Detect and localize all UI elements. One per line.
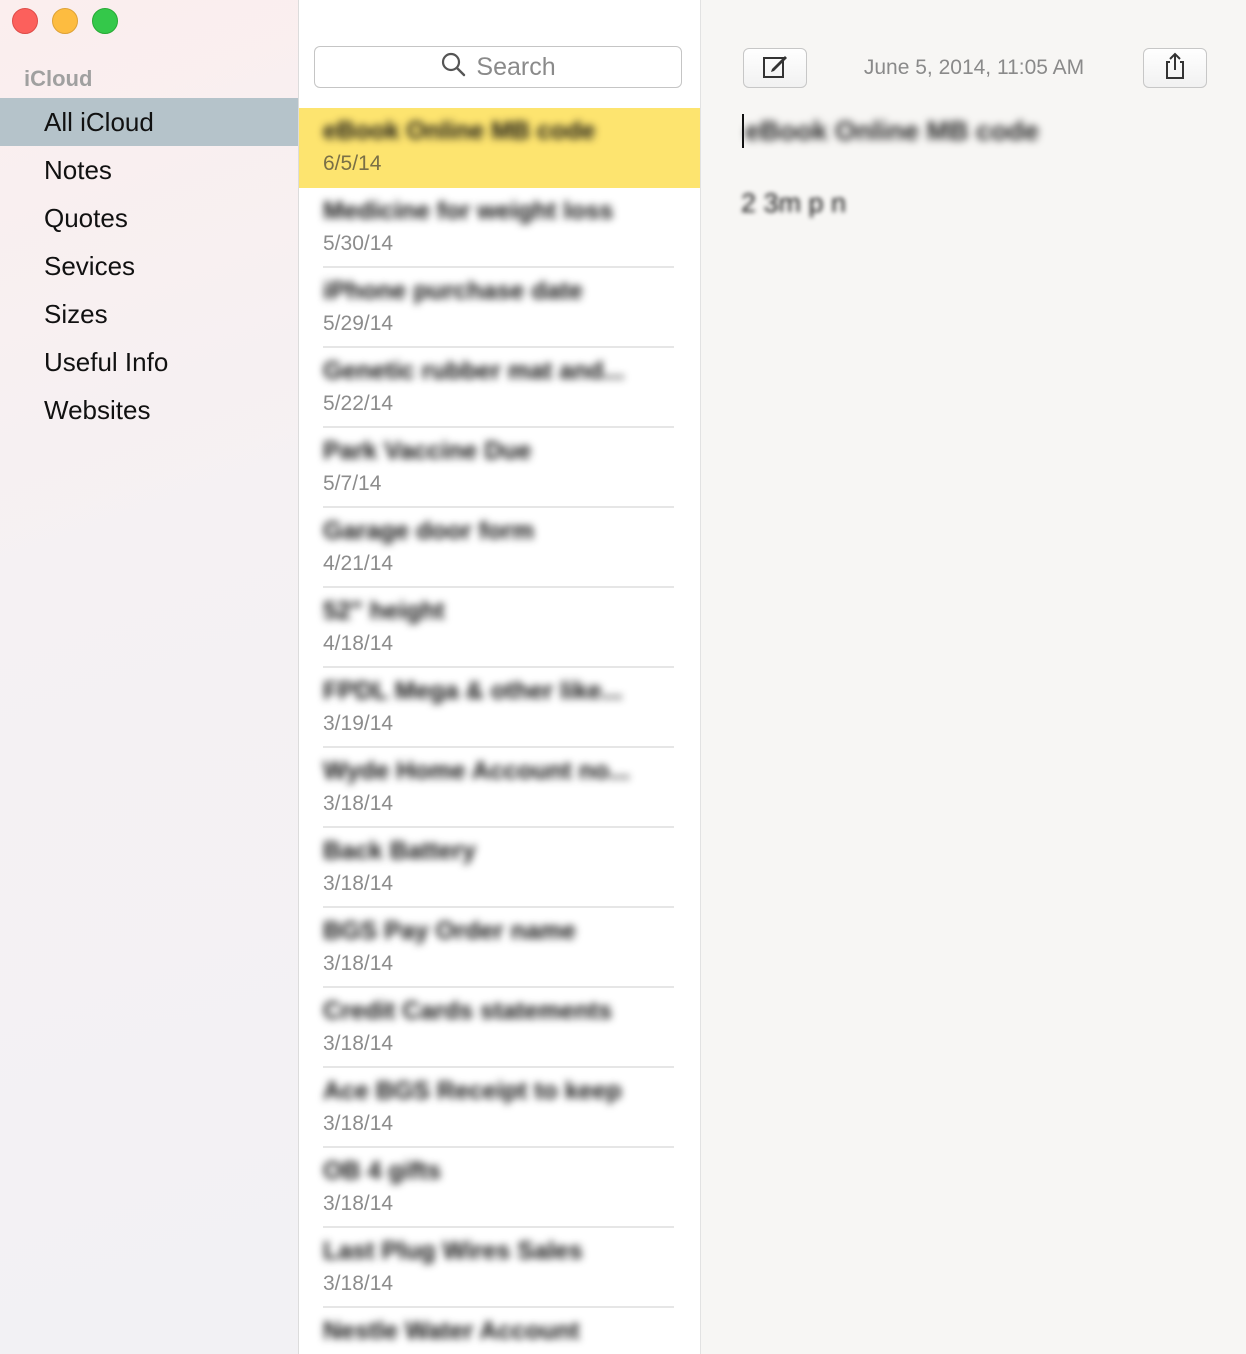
- note-list-item[interactable]: Garage door form 4/21/14: [299, 508, 700, 588]
- note-list-item[interactable]: Last Plug Wires Sales 3/18/14: [299, 1228, 700, 1308]
- account-header: iCloud: [24, 66, 93, 91]
- sidebar-folder-item[interactable]: Sizes: [0, 290, 298, 338]
- note-title: OB 4 gifts: [323, 1157, 442, 1185]
- note-title: Park Vaccine Due: [323, 437, 532, 465]
- note-title: 52" height: [323, 597, 445, 625]
- note-title: Ace BGS Receipt to keep: [323, 1077, 622, 1105]
- note-list-item[interactable]: Ace BGS Receipt to keep 3/18/14: [299, 1068, 700, 1148]
- note-timestamp: June 5, 2014, 11:05 AM: [863, 56, 1085, 79]
- minimize-window-button[interactable]: [52, 8, 78, 34]
- note-title: BGS Pay Order name: [323, 917, 576, 945]
- sidebar-folder-item[interactable]: Websites: [0, 386, 298, 434]
- note-list-item[interactable]: FPDL Mega & other like... 3/19/14: [299, 668, 700, 748]
- note-date: 3/18/14: [323, 792, 394, 815]
- sidebar-folder-item[interactable]: All iCloud: [0, 98, 298, 146]
- note-title: iPhone purchase date: [323, 277, 583, 305]
- note-list-pane: Search eBook Online MB code 6/5/14 Medicin…: [299, 0, 701, 1354]
- note-list-item[interactable]: Medicine for weight loss 5/30/14: [299, 188, 700, 268]
- share-button[interactable]: [1143, 48, 1207, 88]
- note-list-item[interactable]: Genetic rubber mat and... 5/22/14: [299, 348, 700, 428]
- note-date: 5/30/14: [323, 232, 394, 255]
- note-list-item[interactable]: Nestle Water Account: [299, 1308, 700, 1354]
- note-list-item[interactable]: 52" height 4/18/14: [299, 588, 700, 668]
- note-title: Garage door form: [323, 517, 535, 545]
- maximize-window-button[interactable]: [92, 8, 118, 34]
- note-date: 4/18/14: [323, 632, 394, 655]
- note-date: 5/22/14: [323, 392, 394, 415]
- compose-icon: [760, 51, 790, 86]
- note-list-item[interactable]: OB 4 gifts 3/18/14: [299, 1148, 700, 1228]
- folder-list: All iCloud Notes Quotes Sevices Sizes Useful …: [0, 98, 298, 434]
- note-date: 5/29/14: [323, 312, 394, 335]
- note-date: 3/18/14: [323, 1032, 394, 1055]
- note-body-line[interactable]: eBook Online MB code: [745, 116, 1039, 147]
- note-list-item[interactable]: BGS Pay Order name 3/18/14: [299, 908, 700, 988]
- sidebar: iCloud All iCloud Notes Quotes Sevices Sizes…: [0, 0, 299, 1354]
- sidebar-folder-item[interactable]: Useful Info: [0, 338, 298, 386]
- note-date: 6/5/14: [323, 152, 382, 175]
- note-date: 3/19/14: [323, 712, 394, 735]
- note-date: 3/18/14: [323, 1272, 394, 1295]
- note-date: 3/18/14: [323, 952, 394, 975]
- note-date: 4/21/14: [323, 552, 394, 575]
- sidebar-folder-item[interactable]: Notes: [0, 146, 298, 194]
- sidebar-folder-item[interactable]: Sevices: [0, 242, 298, 290]
- note-title: FPDL Mega & other like...: [323, 677, 623, 705]
- note-list-item[interactable]: eBook Online MB code 6/5/14: [299, 108, 700, 188]
- note-title: eBook Online MB code: [323, 117, 596, 145]
- note-list-item[interactable]: Back Battery 3/18/14: [299, 828, 700, 908]
- window-controls: [12, 8, 118, 34]
- note-title: Nestle Water Account: [323, 1317, 580, 1345]
- note-list-item[interactable]: Wyde Home Account no... 3/18/14: [299, 748, 700, 828]
- note-body-line[interactable]: 2 3m p n: [741, 188, 846, 219]
- note-date: 3/18/14: [323, 1192, 394, 1215]
- share-icon: [1160, 51, 1190, 86]
- notes-list: eBook Online MB code 6/5/14 Medicine for w…: [299, 108, 700, 1354]
- note-title: Back Battery: [323, 837, 476, 865]
- text-cursor: [742, 114, 744, 148]
- search-icon: [440, 51, 466, 84]
- sidebar-folder-item[interactable]: Quotes: [0, 194, 298, 242]
- search-field[interactable]: Search: [314, 46, 682, 88]
- note-date: 5/7/14: [323, 472, 382, 495]
- note-list-item[interactable]: Credit Cards statements 3/18/14: [299, 988, 700, 1068]
- search-placeholder: Search: [476, 52, 556, 81]
- compose-button[interactable]: [743, 48, 807, 88]
- note-title: Genetic rubber mat and...: [323, 357, 625, 385]
- note-date: 3/18/14: [323, 1112, 394, 1135]
- note-date: 3/18/14: [323, 872, 394, 895]
- note-title: Last Plug Wires Sales: [323, 1237, 583, 1265]
- note-title: Credit Cards statements: [323, 997, 612, 1025]
- note-editor[interactable]: June 5, 2014, 11:05 AM eBook Online MB c…: [701, 0, 1246, 1354]
- close-window-button[interactable]: [12, 8, 38, 34]
- note-list-item[interactable]: iPhone purchase date 5/29/14: [299, 268, 700, 348]
- note-title: Medicine for weight loss: [323, 197, 614, 225]
- note-title: Wyde Home Account no...: [323, 757, 630, 785]
- note-list-item[interactable]: Park Vaccine Due 5/7/14: [299, 428, 700, 508]
